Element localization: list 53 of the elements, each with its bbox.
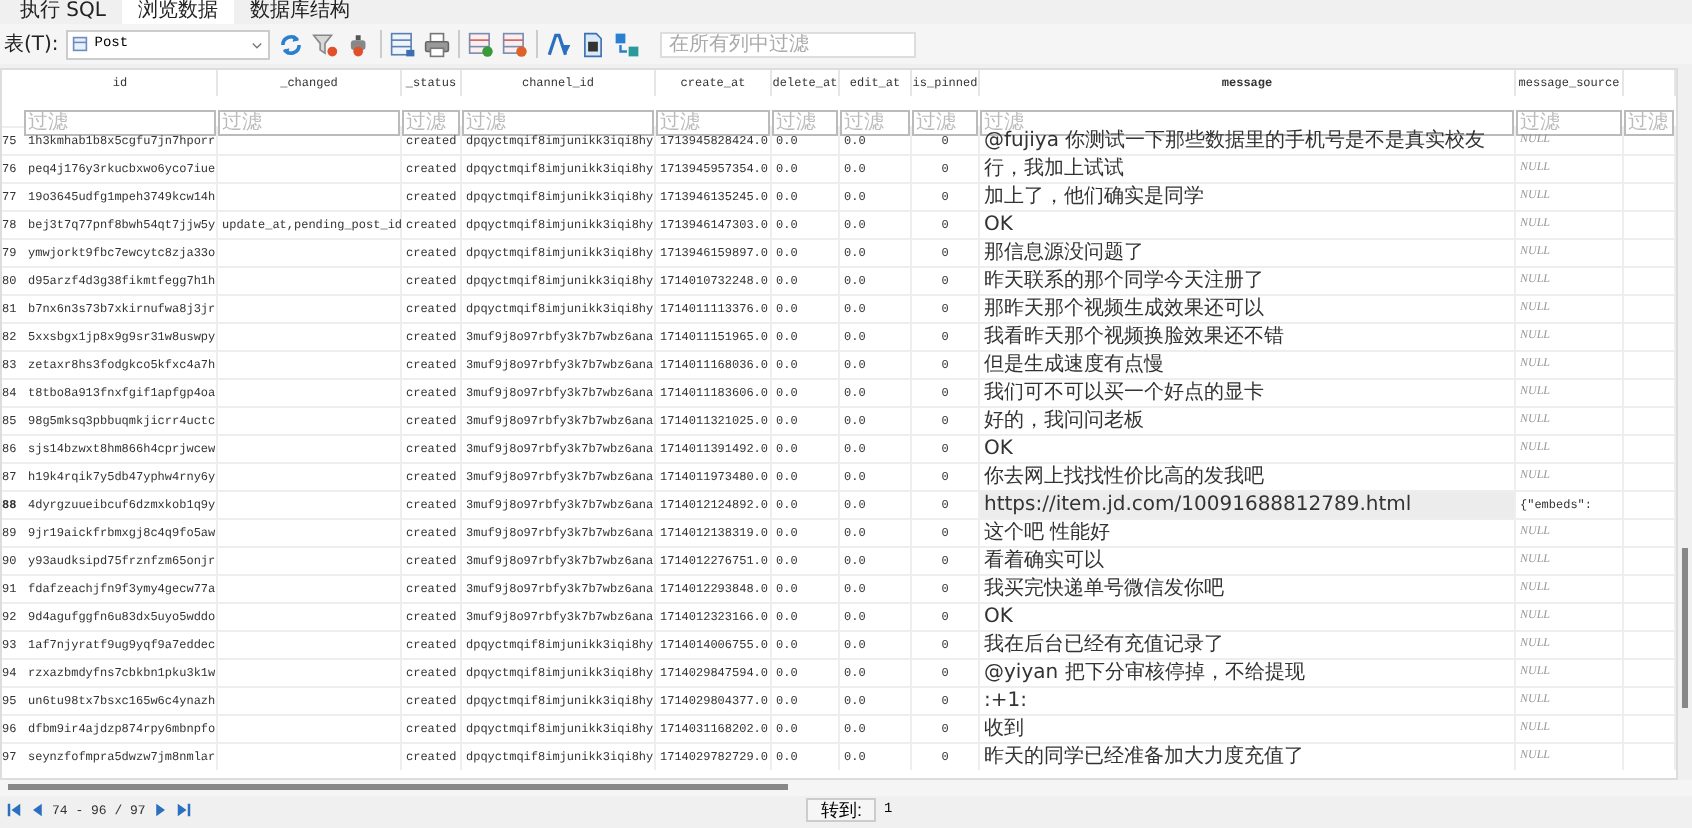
table-cell: 但是生成速度有点慢 <box>980 352 1516 378</box>
filter-field[interactable]: 过滤 <box>24 110 216 136</box>
table-cell: 行，我加上试试 <box>980 156 1516 182</box>
table-delete-icon[interactable] <box>502 31 529 57</box>
table-add-icon[interactable] <box>468 31 495 57</box>
table-cell: 这个吧 性能好 <box>980 520 1516 546</box>
scrollbar[interactable] <box>0 780 1692 796</box>
funnel-icon[interactable] <box>312 31 339 57</box>
swap-icon[interactable] <box>614 31 641 57</box>
table-cell: 收到 <box>980 716 1516 742</box>
table-label: 表(T): <box>4 31 59 58</box>
goto-button[interactable]: 转到: <box>806 798 876 822</box>
table-cell: 昨天联系的那个同学今天注册了 <box>980 268 1516 294</box>
filter-field[interactable]: 过滤 <box>1624 110 1674 136</box>
tab[interactable]: 浏览数据 <box>121 0 234 24</box>
table-cell: 我在后台已经有充值记录了 <box>980 632 1516 658</box>
table-cell: https://item.jd.com/10091688812789.html <box>980 492 1516 518</box>
refresh-icon[interactable] <box>278 31 305 57</box>
filter-field[interactable]: 过滤 <box>402 110 460 136</box>
table-cell: 那昨天那个视频生成效果还可以 <box>980 296 1516 322</box>
tab[interactable]: 执行 SQL <box>4 0 122 24</box>
table-cell: OK <box>980 436 1516 462</box>
table-cell: 昨天的同学已经准备加大力度充值了 <box>980 744 1516 770</box>
filter-field[interactable]: 过滤 <box>218 110 400 136</box>
text-format-icon[interactable] <box>546 31 573 57</box>
caret-icon <box>250 37 265 51</box>
table-cell: :+1: <box>980 688 1516 714</box>
table-cell: 那信息源没问题了 <box>980 240 1516 266</box>
filter-field[interactable]: 过滤 <box>912 110 978 136</box>
filter-field[interactable]: 在所有列中过滤 <box>660 31 917 57</box>
table-cell: 加上了，他们确实是同学 <box>980 184 1516 210</box>
save-table-icon[interactable] <box>390 31 417 57</box>
filter-field[interactable]: 过滤 <box>462 110 654 136</box>
first-page-icon[interactable] <box>4 800 24 820</box>
table-icon <box>72 36 89 52</box>
table-cell: OK <box>980 604 1516 630</box>
document-icon[interactable] <box>580 31 607 57</box>
table-cell: 我看昨天那个视频换脸效果还不错 <box>980 324 1516 350</box>
table-cell: @fujiya 你测试一下那些数据里的手机号是不是真实校友 <box>980 128 1516 154</box>
table-cell: 我买完快递单号微信发你吧 <box>980 576 1516 602</box>
previous-page-icon[interactable] <box>28 800 48 820</box>
table-cell: 我们可不可以买一个好点的显卡 <box>980 380 1516 406</box>
table-cell: 看着确实可以 <box>980 548 1516 574</box>
table-cell: 好的，我问问老板 <box>980 408 1516 434</box>
filter-field[interactable]: 过滤 <box>1516 110 1622 136</box>
last-page-icon[interactable] <box>173 800 194 820</box>
filter-field[interactable]: 过滤 <box>840 110 910 136</box>
table-cell: @yiyan 把下分审核停掉，不给提现 <box>980 660 1516 686</box>
filter-field[interactable]: 过滤 <box>772 110 838 136</box>
table-cell: 你去网上找找性价比高的发我吧 <box>980 464 1516 490</box>
filter-field[interactable]: 过滤 <box>656 110 770 136</box>
table-cell: OK <box>980 212 1516 238</box>
printer-icon[interactable] <box>424 31 451 57</box>
